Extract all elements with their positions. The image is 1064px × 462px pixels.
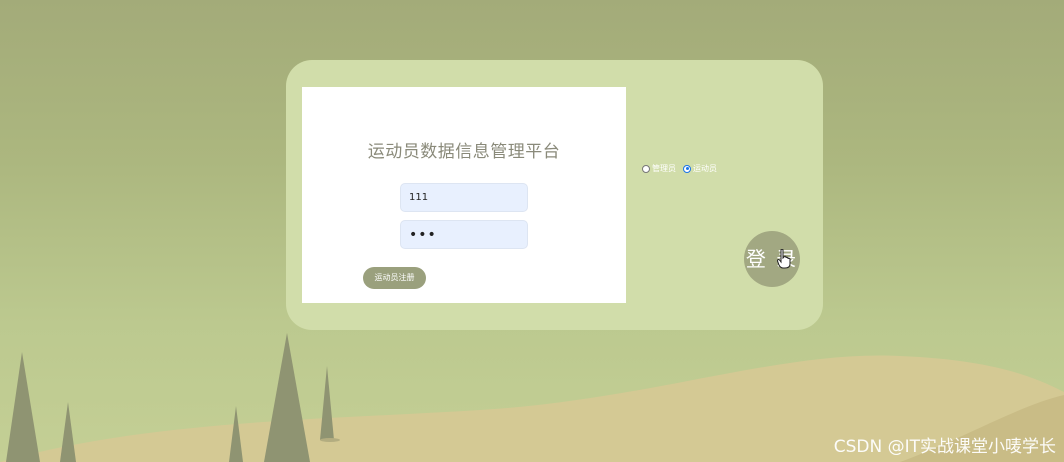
hand-cursor-icon	[777, 249, 791, 269]
tree-shadow	[320, 438, 340, 442]
password-input[interactable]	[400, 220, 528, 249]
page-title: 运动员数据信息管理平台	[367, 142, 561, 162]
tree-icon	[320, 366, 334, 440]
role-label-admin: 管理员	[652, 164, 676, 173]
username-input[interactable]	[400, 183, 528, 212]
role-option-athlete[interactable]: 运动员	[683, 163, 717, 174]
radio-icon[interactable]	[683, 164, 691, 173]
role-selector: 管理员 运动员	[642, 163, 724, 174]
tree-icon	[6, 352, 40, 462]
login-button[interactable]: 登 录	[744, 231, 800, 287]
radio-icon[interactable]	[642, 164, 650, 173]
register-button[interactable]: 运动员注册	[363, 267, 426, 289]
watermark: CSDN @IT实战课堂小唛学长	[833, 437, 1056, 457]
login-panel: 运动员数据信息管理平台 运动员注册	[302, 87, 626, 303]
role-label-athlete: 运动员	[693, 164, 717, 173]
tree-icon	[60, 402, 76, 462]
role-option-admin[interactable]: 管理员	[642, 163, 676, 174]
login-card: 运动员数据信息管理平台 运动员注册 管理员 运动员 登 录	[286, 60, 823, 330]
tree-icon	[264, 333, 310, 462]
